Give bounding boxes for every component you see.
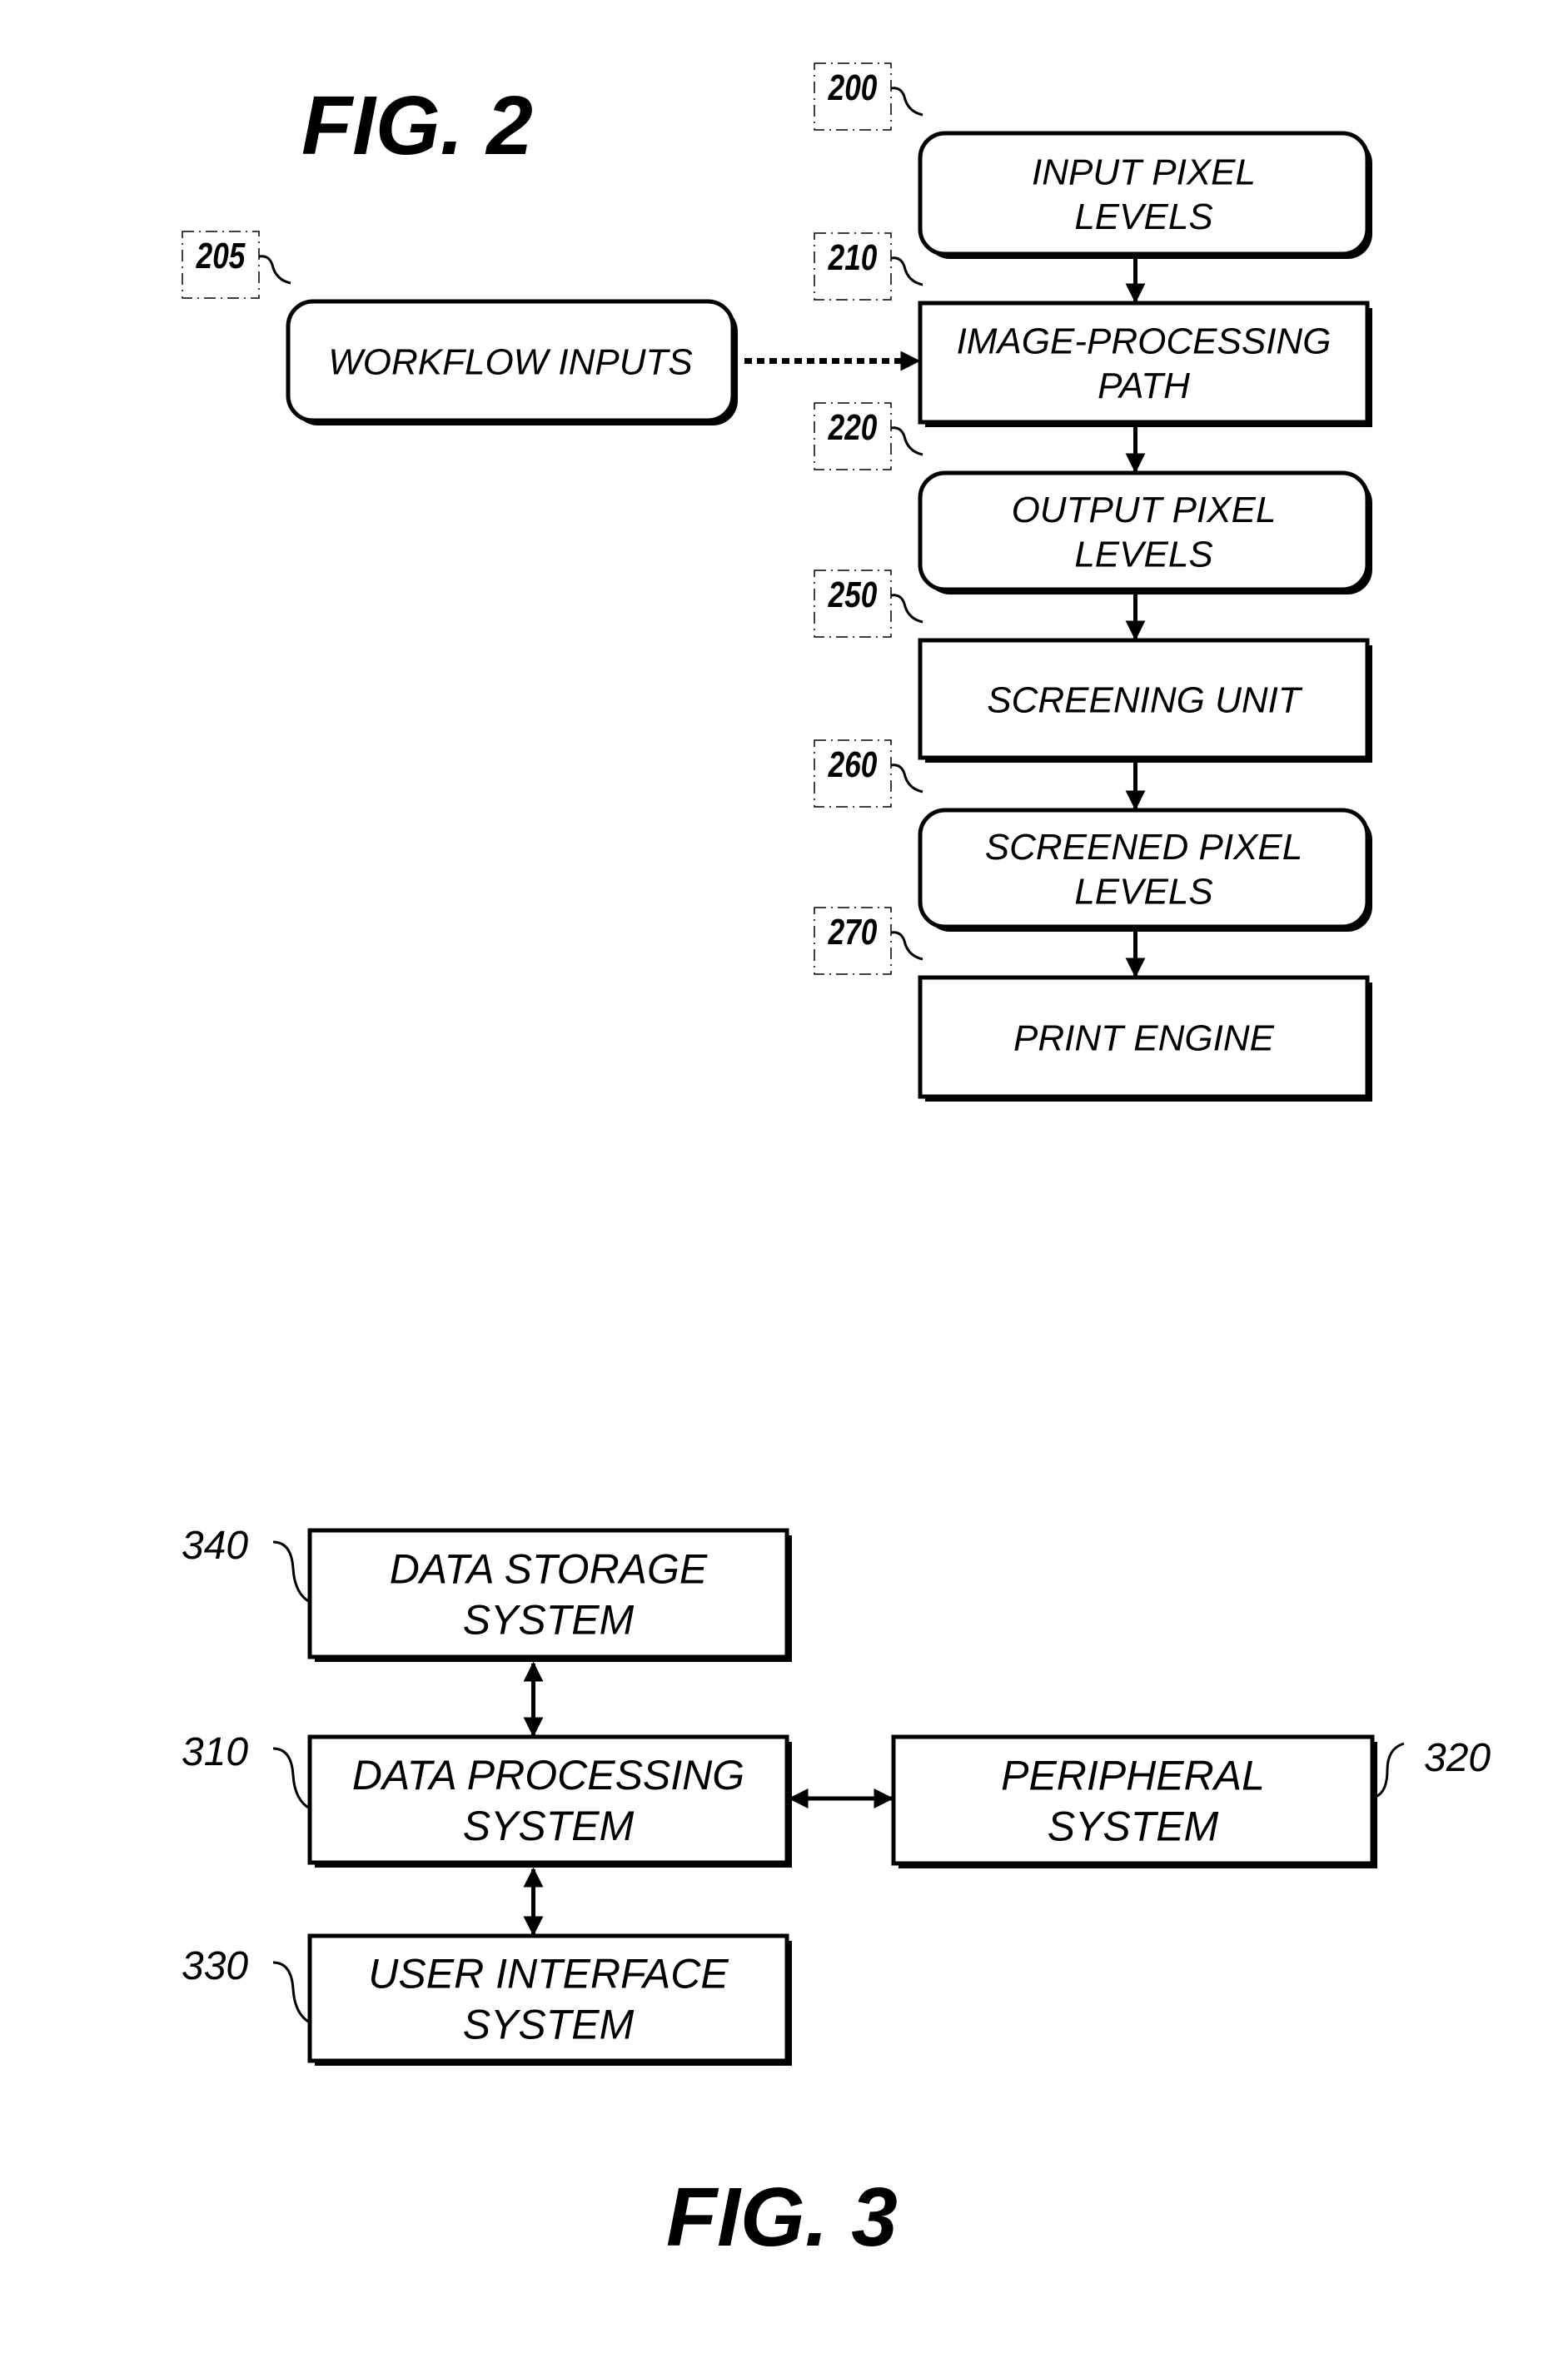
node-label-line: LEVELS <box>1074 872 1212 913</box>
node-label-line: SCREENED PIXEL <box>985 827 1302 868</box>
leader-line <box>890 426 923 456</box>
leader-line <box>272 1961 311 2024</box>
reference-numeral-250: 250 <box>814 570 923 638</box>
figure-3-title: FIG. 3 <box>666 2171 898 2264</box>
reference-number: 310 <box>182 1730 248 1774</box>
figure-3-block-diagram: DATA STORAGESYSTEM340DATA PROCESSINGSYST… <box>182 1524 1491 2066</box>
leader-line <box>890 256 923 286</box>
node-label-line: WORKFLOW INPUTS <box>328 341 693 382</box>
node-label-line: DATA STORAGE <box>390 1546 708 1593</box>
node-label-line: PRINT ENGINE <box>1013 1017 1275 1058</box>
node-210: IMAGE-PROCESSINGPATH <box>918 301 1372 427</box>
node-label-line: OUTPUT PIXEL <box>1012 490 1277 530</box>
node-label-line: LEVELS <box>1074 196 1212 237</box>
reference-numeral-220: 220 <box>814 402 923 470</box>
node-label-line: SYSTEM <box>463 1597 635 1644</box>
node-270: PRINT ENGINE <box>918 975 1372 1102</box>
patent-drawing-sheet: FIG. 2 INPUT PIXELLEVELS200WORKFLOW INPU… <box>182 62 1491 2264</box>
reference-numeral-260: 260 <box>814 739 923 808</box>
reference-number: 330 <box>182 1944 248 1988</box>
reference-numeral-210: 210 <box>814 232 923 301</box>
reference-number: 260 <box>828 744 878 785</box>
reference-number: 340 <box>182 1524 248 1568</box>
node-260: SCREENED PIXELLEVELS <box>918 808 1372 932</box>
node-200: INPUT PIXELLEVELS <box>918 131 1372 259</box>
leader-line <box>890 764 923 793</box>
leader-line <box>890 594 923 624</box>
reference-number: 210 <box>828 237 878 278</box>
leader-line <box>272 1540 311 1604</box>
node-320: PERIPHERALSYSTEM <box>891 1734 1377 1868</box>
reference-numeral-310: 310 <box>182 1730 311 1810</box>
reference-number: 320 <box>1424 1736 1491 1780</box>
leader-line <box>890 931 923 961</box>
node-340: DATA STORAGESYSTEM <box>307 1528 792 1662</box>
node-label-line: INPUT PIXEL <box>1032 152 1256 193</box>
node-250: SCREENING UNIT <box>918 638 1372 763</box>
reference-numeral-320: 320 <box>1375 1736 1491 1798</box>
reference-number: 220 <box>828 407 878 448</box>
reference-numeral-340: 340 <box>182 1524 311 1604</box>
node-220: OUTPUT PIXEL LEVELS <box>918 470 1372 594</box>
node-label-line: LEVELS <box>1074 535 1212 575</box>
node-label-line: PATH <box>1098 366 1190 406</box>
reference-number: 250 <box>828 575 878 615</box>
reference-numeral-270: 270 <box>814 907 923 975</box>
node-label-line: SYSTEM <box>463 1803 635 1849</box>
figure-2-flowchart: INPUT PIXELLEVELS200WORKFLOW INPUTS205IM… <box>182 62 1372 1102</box>
reference-number: 205 <box>196 236 246 276</box>
node-label-line: SYSTEM <box>1048 1803 1219 1850</box>
leader-line <box>272 1747 311 1810</box>
node-330: USER INTERFACE SYSTEM <box>307 1933 792 2066</box>
reference-numeral-205: 205 <box>182 231 291 299</box>
reference-numeral-200: 200 <box>814 62 923 131</box>
node-label-line: USER INTERFACE <box>368 1951 729 1997</box>
node-label-line: DATA PROCESSING <box>352 1752 744 1798</box>
node-label-line: SCREENING UNIT <box>987 679 1303 720</box>
node-label-line: SYSTEM <box>463 2002 635 2048</box>
leader-line <box>890 87 923 117</box>
reference-number: 270 <box>828 912 878 953</box>
node-label-line: PERIPHERAL <box>1001 1753 1265 1799</box>
node-205: WORKFLOW INPUTS <box>286 299 738 425</box>
leader-line <box>258 255 291 285</box>
leader-line <box>1375 1742 1405 1798</box>
figure-2-title: FIG. 2 <box>301 79 533 172</box>
node-310: DATA PROCESSING SYSTEM <box>307 1734 792 1868</box>
node-label-line: IMAGE-PROCESSING <box>957 321 1332 362</box>
reference-numeral-330: 330 <box>182 1944 311 2024</box>
reference-number: 200 <box>828 67 878 108</box>
